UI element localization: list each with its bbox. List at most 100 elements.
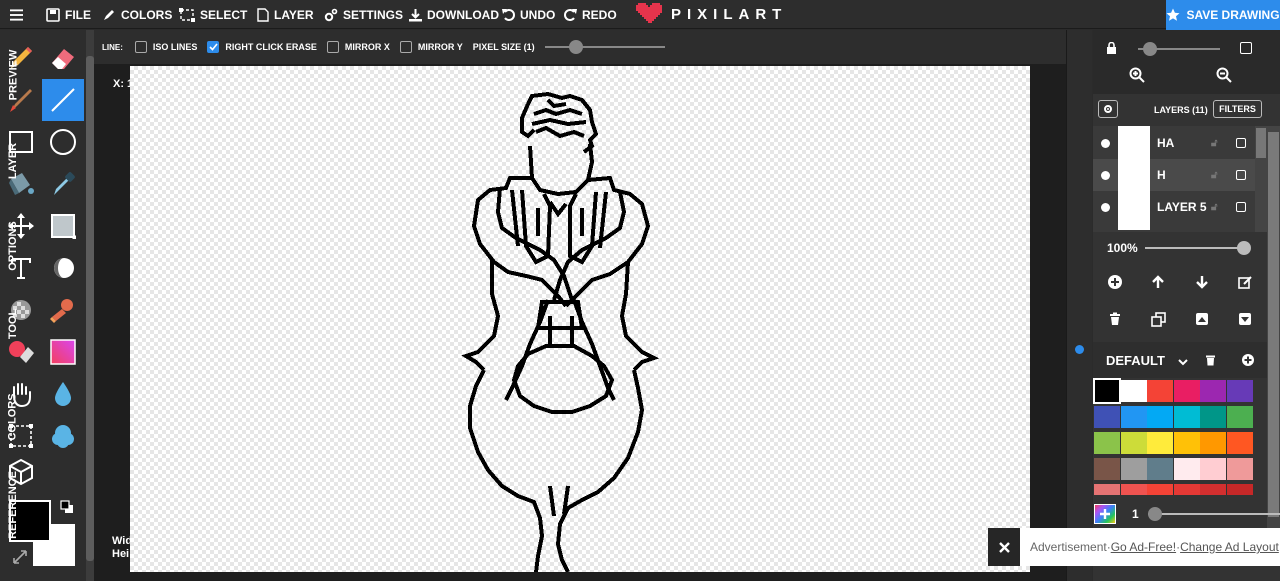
palette-color-swatch[interactable] bbox=[1173, 380, 1200, 402]
tab-colors[interactable]: COLORS bbox=[0, 384, 26, 450]
palette-color-swatch[interactable] bbox=[1120, 406, 1147, 428]
palette-color-swatch[interactable] bbox=[1173, 406, 1200, 428]
delete-layer-button[interactable] bbox=[1108, 312, 1122, 331]
palette-color-swatch[interactable] bbox=[1200, 432, 1226, 454]
hamburger-menu-button[interactable] bbox=[10, 0, 28, 29]
palette-color-swatch[interactable] bbox=[1173, 432, 1200, 454]
layers-scrollbar-thumb[interactable] bbox=[1256, 128, 1266, 158]
edit-layer-button[interactable] bbox=[1238, 275, 1252, 294]
palette-color-swatch[interactable] bbox=[1147, 432, 1173, 454]
close-ad-button[interactable] bbox=[988, 528, 1020, 566]
palette-color-swatch[interactable] bbox=[1200, 458, 1226, 480]
layer-opacity-slider[interactable] bbox=[1145, 241, 1251, 255]
palette-color-swatch[interactable] bbox=[1226, 484, 1253, 495]
pixilart-logo[interactable]: PIXILART bbox=[636, 2, 787, 26]
preview-opacity-slider[interactable] bbox=[1138, 42, 1220, 56]
mirror-y-checkbox[interactable] bbox=[399, 41, 412, 53]
tab-layer[interactable]: LAYER bbox=[0, 126, 26, 196]
preview-lock-button[interactable] bbox=[1106, 41, 1117, 59]
tab-preview[interactable]: PREVIEW bbox=[0, 40, 26, 110]
tools-scrollbar-thumb[interactable] bbox=[86, 56, 94, 561]
merge-up-button[interactable] bbox=[1195, 312, 1209, 331]
palette-color-swatch[interactable] bbox=[1147, 406, 1173, 428]
layer-menu[interactable]: LAYER bbox=[257, 0, 314, 29]
reset-colors-button[interactable] bbox=[60, 500, 74, 514]
layer-checkbox[interactable] bbox=[1236, 138, 1246, 148]
tab-options[interactable]: OPTIONS bbox=[0, 208, 26, 284]
panel-scrollbar[interactable] bbox=[1267, 126, 1280, 536]
stamp-tool[interactable] bbox=[42, 289, 84, 331]
add-layer-button[interactable] bbox=[1108, 275, 1122, 294]
eyedropper-tool[interactable] bbox=[42, 163, 84, 205]
brush-size-thumb[interactable] bbox=[1148, 507, 1162, 521]
palette-color-swatch[interactable] bbox=[1200, 380, 1226, 402]
tab-tool[interactable]: TOOL bbox=[0, 296, 26, 352]
right-click-erase-checkbox[interactable] bbox=[207, 41, 220, 53]
move-layer-up-button[interactable] bbox=[1151, 275, 1165, 294]
gradient-tool[interactable] bbox=[42, 331, 84, 373]
duplicate-layer-button[interactable] bbox=[1151, 312, 1166, 332]
delete-palette-button[interactable] bbox=[1205, 353, 1216, 371]
change-ad-layout-link[interactable]: Change Ad Layout bbox=[1180, 540, 1279, 554]
palette-color-swatch[interactable] bbox=[1173, 484, 1200, 495]
layers-scrollbar[interactable] bbox=[1255, 126, 1267, 232]
settings-menu[interactable]: SETTINGS bbox=[324, 0, 403, 29]
zoom-in-button[interactable] bbox=[1129, 67, 1145, 88]
palette-color-swatch[interactable] bbox=[1094, 432, 1120, 454]
preview-opacity-thumb[interactable] bbox=[1143, 42, 1157, 56]
layer-checkbox[interactable] bbox=[1236, 202, 1246, 212]
palette-color-swatch[interactable] bbox=[1226, 432, 1253, 454]
tools-scrollbar[interactable] bbox=[86, 30, 94, 581]
dither-tool[interactable] bbox=[42, 205, 84, 247]
file-menu[interactable]: FILE bbox=[46, 0, 91, 29]
palette-color-swatch[interactable] bbox=[1200, 484, 1226, 495]
filters-button[interactable]: FILTERS bbox=[1213, 100, 1262, 118]
cloud-tool[interactable] bbox=[42, 415, 84, 457]
visibility-dot-icon[interactable] bbox=[1101, 138, 1110, 148]
unlock-icon[interactable]: 🔓︎ bbox=[1211, 202, 1217, 213]
palette-color-swatch[interactable] bbox=[1147, 458, 1173, 480]
layer-opacity-thumb[interactable] bbox=[1237, 241, 1251, 255]
custom-color-picker-button[interactable] bbox=[1094, 504, 1116, 524]
unlock-icon[interactable]: 🔓︎ bbox=[1211, 138, 1217, 149]
palette-color-swatch[interactable] bbox=[1094, 406, 1120, 428]
palette-color-swatch[interactable] bbox=[1094, 458, 1120, 480]
palette-color-swatch[interactable] bbox=[1120, 458, 1147, 480]
palette-color-swatch[interactable] bbox=[1200, 406, 1226, 428]
layer-row[interactable]: LAYER 5 🔓︎ bbox=[1093, 191, 1255, 223]
mirror-x-checkbox[interactable] bbox=[326, 41, 339, 53]
tab-reference[interactable]: REFERENCE bbox=[0, 470, 26, 540]
palette-color-swatch[interactable] bbox=[1120, 380, 1147, 402]
eraser-tool[interactable] bbox=[42, 37, 84, 79]
palette-name[interactable]: DEFAULT bbox=[1106, 353, 1165, 368]
blur-tool[interactable] bbox=[42, 373, 84, 415]
visibility-dot-icon[interactable] bbox=[1101, 170, 1110, 180]
palette-color-swatch[interactable] bbox=[1226, 380, 1253, 402]
palette-color-swatch[interactable] bbox=[1147, 380, 1173, 402]
palette-color-swatch[interactable] bbox=[1147, 484, 1173, 495]
palette-dropdown-button[interactable] bbox=[1178, 354, 1188, 372]
layer-row[interactable]: HA 🔓︎ bbox=[1093, 127, 1255, 159]
palette-color-swatch[interactable] bbox=[1094, 484, 1120, 495]
colors-menu[interactable]: COLORS bbox=[102, 0, 172, 29]
iso-lines-checkbox[interactable] bbox=[134, 41, 147, 53]
palette-color-swatch[interactable] bbox=[1226, 406, 1253, 428]
pixel-size-slider[interactable] bbox=[544, 40, 665, 54]
brush-size-slider[interactable] bbox=[1148, 507, 1280, 521]
ellipse-tool[interactable] bbox=[42, 121, 84, 163]
select-menu[interactable]: SELECT bbox=[179, 0, 247, 29]
unlock-icon[interactable]: 🔓︎ bbox=[1211, 170, 1217, 181]
save-drawing-button[interactable]: SAVE DRAWING bbox=[1166, 0, 1280, 30]
download-menu[interactable]: DOWNLOAD bbox=[409, 0, 499, 29]
pixel-size-slider-thumb[interactable] bbox=[568, 40, 583, 54]
zoom-out-button[interactable] bbox=[1216, 67, 1232, 88]
go-ad-free-link[interactable]: Go Ad-Free! bbox=[1111, 540, 1176, 554]
move-layer-down-button[interactable] bbox=[1195, 275, 1209, 294]
layer-row[interactable]: H 🔓︎ bbox=[1093, 159, 1255, 191]
drawing-canvas[interactable] bbox=[130, 66, 1030, 573]
palette-color-swatch[interactable] bbox=[1226, 458, 1253, 480]
palette-color-swatch[interactable] bbox=[1120, 484, 1147, 495]
add-palette-button[interactable] bbox=[1242, 353, 1254, 371]
layer-checkbox[interactable] bbox=[1236, 170, 1246, 180]
swap-colors-button[interactable] bbox=[12, 549, 28, 565]
